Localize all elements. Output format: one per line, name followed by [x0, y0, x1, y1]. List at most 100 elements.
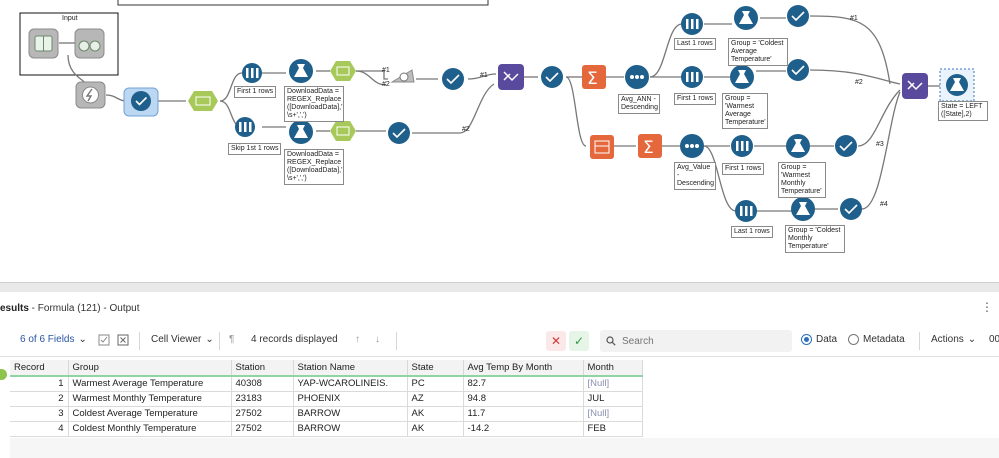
- sample-tool-first-rows[interactable]: [242, 63, 262, 83]
- table-cell[interactable]: 3: [10, 406, 69, 422]
- column-header[interactable]: Avg Temp By Month: [463, 360, 584, 377]
- union-tool-b[interactable]: [902, 73, 928, 99]
- results-title: esults - Formula (121) - Output: [0, 303, 140, 314]
- table-cell[interactable]: Warmest Monthly Temperature: [68, 391, 232, 407]
- table-cell[interactable]: -14.2: [463, 421, 584, 437]
- table-cell[interactable]: 27502: [231, 421, 294, 437]
- table-cell[interactable]: BARROW: [293, 421, 408, 437]
- select-tool-b[interactable]: [388, 122, 410, 144]
- tool-annotation: Avg_Value - Descending: [674, 162, 716, 190]
- table-cell[interactable]: 4: [10, 421, 69, 437]
- select-tool-c[interactable]: [541, 66, 563, 88]
- table-cell[interactable]: FEB: [583, 421, 643, 437]
- table-cell[interactable]: JUL: [583, 391, 643, 407]
- table-cell[interactable]: 11.7: [463, 406, 584, 422]
- table-cell[interactable]: 1: [10, 376, 69, 392]
- pilcrow-icon[interactable]: ¶: [229, 334, 234, 345]
- join-multiple-tool[interactable]: [390, 69, 415, 83]
- more-options-icon[interactable]: ⋮: [981, 300, 993, 314]
- canvas-results-splitter[interactable]: [0, 282, 999, 292]
- edit-check-icon[interactable]: [98, 334, 110, 346]
- actions-dropdown[interactable]: Actions ⌄: [931, 334, 976, 345]
- column-header[interactable]: Station: [231, 360, 294, 377]
- sample-tool-first-rows-c[interactable]: [731, 135, 753, 157]
- input-data-tool[interactable]: [28, 28, 59, 59]
- table-cell[interactable]: AK: [407, 406, 464, 422]
- table-cell[interactable]: 23183: [231, 391, 294, 407]
- search-input[interactable]: [622, 335, 772, 347]
- text-to-columns-tool[interactable]: [188, 91, 218, 111]
- cell-viewer-dropdown[interactable]: Cell Viewer ⌄: [151, 334, 214, 345]
- connection-label: #3: [876, 141, 884, 148]
- workflow-graph[interactable]: Input #1 #2 #1 #2 #3 #4 #1 #2 Σ Σ: [0, 0, 999, 282]
- results-table[interactable]: Record Group Station Station Name State …: [10, 360, 643, 437]
- table-cell[interactable]: 2: [10, 391, 69, 407]
- table-cell[interactable]: Coldest Monthly Temperature: [68, 421, 232, 437]
- cancel-filter-button[interactable]: ✕: [546, 331, 566, 351]
- table-cell[interactable]: YAP-WCAROLINEIS.: [293, 376, 408, 392]
- table-cell[interactable]: 94.8: [463, 391, 584, 407]
- formula-tool-b[interactable]: [289, 120, 313, 144]
- formula-tool-coldest-avg[interactable]: [734, 6, 758, 30]
- fields-dropdown[interactable]: 6 of 6 Fields ⌄: [20, 334, 87, 345]
- column-header[interactable]: Record: [10, 360, 69, 377]
- select-tool-f[interactable]: [835, 135, 857, 157]
- summarize-tool-b[interactable]: Σ: [638, 134, 662, 158]
- tool-annotation: Group = 'Warmest Monthly Temperature': [778, 162, 826, 198]
- svg-text:Σ: Σ: [587, 69, 598, 89]
- summarize-tool-a[interactable]: Σ: [582, 65, 606, 89]
- table-cell[interactable]: PHOENIX: [293, 391, 408, 407]
- apply-filter-button[interactable]: ✓: [569, 331, 589, 351]
- formula-tool-a[interactable]: [289, 59, 313, 83]
- select-tool-g[interactable]: [840, 198, 862, 220]
- dynamic-input-tool[interactable]: [75, 81, 106, 109]
- sample-tool-last-rows-a[interactable]: [681, 13, 703, 35]
- table-row[interactable]: 3 Coldest Average Temperature 27502 BARR…: [10, 406, 643, 422]
- column-header[interactable]: Station Name: [293, 360, 408, 377]
- table-cell[interactable]: BARROW: [293, 406, 408, 422]
- select-tool-e[interactable]: [787, 59, 809, 81]
- table-cell[interactable]: [Null]: [583, 376, 643, 392]
- formula-tool-warmest-monthly[interactable]: [786, 134, 810, 158]
- sort-tool-a[interactable]: [625, 65, 649, 89]
- column-header[interactable]: State: [407, 360, 464, 377]
- formula-tool-coldest-monthly[interactable]: [791, 197, 815, 221]
- table-row[interactable]: 4 Coldest Monthly Temperature 27502 BARR…: [10, 421, 643, 437]
- column-header[interactable]: Group: [68, 360, 232, 377]
- table-row[interactable]: 2 Warmest Monthly Temperature 23183 PHOE…: [10, 391, 643, 407]
- text-to-columns-tool-b[interactable]: [330, 121, 356, 141]
- metadata-radio[interactable]: Metadata: [848, 334, 905, 345]
- select-tool[interactable]: [123, 87, 159, 117]
- formula-tool-warmest-avg[interactable]: [730, 65, 754, 89]
- table-cell[interactable]: 82.7: [463, 376, 584, 392]
- table-cell[interactable]: 40308: [231, 376, 294, 392]
- workflow-canvas[interactable]: Input #1 #2 #1 #2 #3 #4 #1 #2 Σ Σ First …: [0, 0, 999, 282]
- crosstab-tool[interactable]: [590, 135, 614, 159]
- browse-binoculars-tool[interactable]: [74, 28, 105, 59]
- table-cell[interactable]: Warmest Average Temperature: [68, 376, 232, 392]
- table-cell[interactable]: PC: [407, 376, 464, 392]
- table-cell[interactable]: Coldest Average Temperature: [68, 406, 232, 422]
- table-cell[interactable]: AK: [407, 421, 464, 437]
- sample-tool-last-rows-b[interactable]: [735, 200, 757, 222]
- sample-tool-first-rows-b[interactable]: [681, 66, 703, 88]
- data-radio[interactable]: Data: [801, 334, 837, 345]
- tool-annotation: First 1 rows: [674, 93, 717, 105]
- arrow-down-icon[interactable]: ↓: [375, 334, 380, 345]
- union-tool-a[interactable]: [498, 64, 524, 90]
- text-to-columns-tool-a[interactable]: [330, 61, 356, 81]
- column-header[interactable]: Month: [583, 360, 643, 377]
- clear-box-icon[interactable]: [117, 334, 129, 346]
- side-indicator-icon[interactable]: [0, 369, 7, 380]
- table-cell[interactable]: AZ: [407, 391, 464, 407]
- formula-tool-state-selected[interactable]: [939, 68, 975, 102]
- arrow-up-icon[interactable]: ↑: [355, 334, 360, 345]
- sort-tool-b[interactable]: [680, 134, 704, 158]
- select-tool-a[interactable]: [442, 68, 464, 90]
- search-box[interactable]: [600, 330, 792, 352]
- table-cell[interactable]: [Null]: [583, 406, 643, 422]
- table-cell[interactable]: 27502: [231, 406, 294, 422]
- select-tool-d[interactable]: [787, 5, 809, 27]
- table-row[interactable]: 1 Warmest Average Temperature 40308 YAP-…: [10, 376, 643, 392]
- sample-tool-skip-rows[interactable]: [235, 117, 255, 137]
